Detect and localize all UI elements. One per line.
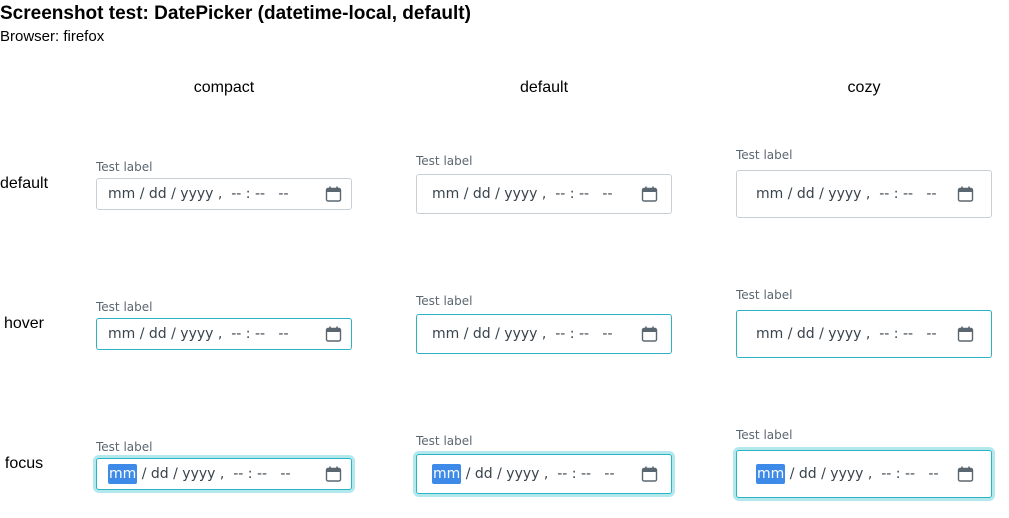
datepicker-default-focus: Test label mm / dd / yyyy , -- : -- -- [416,434,672,494]
month-segment[interactable]: mm [756,324,783,344]
date-time-segments[interactable]: / dd / yyyy , -- : -- -- [459,326,613,342]
date-time-segments[interactable]: / dd / yyyy , -- : -- -- [459,186,613,202]
calendar-icon[interactable] [325,186,342,203]
field-label: Test label [736,288,793,302]
month-segment[interactable]: mm [432,464,462,484]
month-segment[interactable]: mm [756,184,783,204]
datetime-input[interactable]: mm / dd / yyyy , -- : -- -- [736,450,992,498]
datetime-value: mm / dd / yyyy , -- : -- -- [756,184,937,204]
calendar-icon[interactable] [641,466,658,483]
datetime-input[interactable]: mm / dd / yyyy , -- : -- -- [416,454,672,494]
datetime-value: mm / dd / yyyy , -- : -- -- [432,464,615,484]
date-time-segments[interactable]: / dd / yyyy , -- : -- -- [135,326,289,342]
datetime-input[interactable]: mm / dd / yyyy , -- : -- -- [736,310,992,358]
datepicker-cozy-hover: Test label mm / dd / yyyy , -- : -- -- [736,288,992,358]
month-segment[interactable]: mm [108,184,135,204]
column-header-cozy: cozy [847,79,881,96]
datetime-value: mm / dd / yyyy , -- : -- -- [432,324,613,344]
page-title: Screenshot test: DatePicker (datetime-lo… [0,3,471,24]
month-segment[interactable]: mm [432,184,459,204]
datetime-value: mm / dd / yyyy , -- : -- -- [108,184,289,204]
datepicker-default-default: Test label mm / dd / yyyy , -- : -- -- [416,154,672,214]
datepicker-cozy-focus: Test label mm / dd / yyyy , -- : -- -- [736,428,992,498]
calendar-icon[interactable] [957,466,974,483]
date-time-segments[interactable]: / dd / yyyy , -- : -- -- [783,186,937,202]
datetime-value: mm / dd / yyyy , -- : -- -- [432,184,613,204]
datetime-value: mm / dd / yyyy , -- : -- -- [756,324,937,344]
field-label: Test label [96,440,153,454]
field-label: Test label [416,294,473,308]
field-label: Test label [96,160,153,174]
datetime-input[interactable]: mm / dd / yyyy , -- : -- -- [96,178,352,210]
month-segment[interactable]: mm [432,324,459,344]
date-time-segments[interactable]: / dd / yyyy , -- : -- -- [135,186,289,202]
row-label-focus: focus [4,455,44,472]
calendar-icon[interactable] [325,326,342,343]
row-label-default: default [0,175,49,192]
field-label: Test label [96,300,153,314]
datetime-value: mm / dd / yyyy , -- : -- -- [108,324,289,344]
datepicker-compact-focus: Test label mm / dd / yyyy , -- : -- -- [96,440,352,490]
datetime-input[interactable]: mm / dd / yyyy , -- : -- -- [416,174,672,214]
datetime-input[interactable]: mm / dd / yyyy , -- : -- -- [96,318,352,350]
datetime-value: mm / dd / yyyy , -- : -- -- [756,464,939,484]
row-label-hover: hover [3,315,45,332]
datetime-input[interactable]: mm / dd / yyyy , -- : -- -- [96,458,352,490]
datepicker-compact-hover: Test label mm / dd / yyyy , -- : -- -- [96,300,352,350]
calendar-icon[interactable] [957,326,974,343]
field-label: Test label [736,428,793,442]
month-segment[interactable]: mm [108,464,138,484]
datetime-input[interactable]: mm / dd / yyyy , -- : -- -- [736,170,992,218]
date-time-segments[interactable]: / dd / yyyy , -- : -- -- [137,466,291,482]
column-header-default: default [519,79,569,96]
field-label: Test label [416,434,473,448]
date-time-segments[interactable]: / dd / yyyy , -- : -- -- [783,326,937,342]
calendar-icon[interactable] [641,186,658,203]
browser-info: Browser: firefox [0,28,105,45]
datetime-value: mm / dd / yyyy , -- : -- -- [108,464,291,484]
datepicker-cozy-default: Test label mm / dd / yyyy , -- : -- -- [736,148,992,218]
calendar-icon[interactable] [641,326,658,343]
calendar-icon[interactable] [957,186,974,203]
date-time-segments[interactable]: / dd / yyyy , -- : -- -- [785,466,939,482]
datetime-input[interactable]: mm / dd / yyyy , -- : -- -- [416,314,672,354]
field-label: Test label [416,154,473,168]
month-segment[interactable]: mm [756,464,786,484]
datepicker-default-hover: Test label mm / dd / yyyy , -- : -- -- [416,294,672,354]
month-segment[interactable]: mm [108,324,135,344]
date-time-segments[interactable]: / dd / yyyy , -- : -- -- [461,466,615,482]
datepicker-compact-default: Test label mm / dd / yyyy , -- : -- -- [96,160,352,210]
field-label: Test label [736,148,793,162]
calendar-icon[interactable] [325,466,342,483]
column-header-compact: compact [193,79,255,96]
